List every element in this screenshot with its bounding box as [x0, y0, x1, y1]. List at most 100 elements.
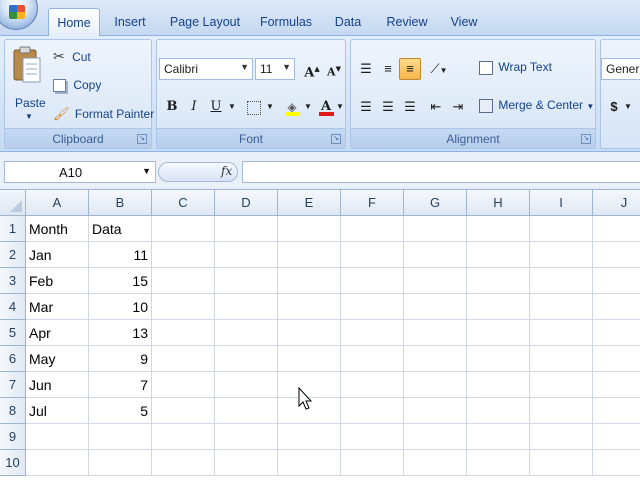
cell-c1[interactable]	[152, 216, 215, 242]
cell-f7[interactable]	[341, 372, 404, 398]
cell-f3[interactable]	[341, 268, 404, 294]
cell-j1[interactable]	[593, 216, 640, 242]
cell-i10[interactable]	[530, 450, 593, 476]
cell-f1[interactable]	[341, 216, 404, 242]
align-right-button[interactable]: ☰	[399, 96, 421, 118]
office-button[interactable]	[0, 0, 38, 30]
cell-d5[interactable]	[215, 320, 278, 346]
cell-i2[interactable]	[530, 242, 593, 268]
cell-d6[interactable]	[215, 346, 278, 372]
cell-g6[interactable]	[404, 346, 467, 372]
cell-i6[interactable]	[530, 346, 593, 372]
fill-color-dropdown-icon[interactable]: ▼	[303, 96, 313, 118]
cell-b3[interactable]: 15	[89, 268, 152, 294]
grow-font-button[interactable]: A▲	[301, 58, 323, 80]
cut-button[interactable]: ✂ Cut	[53, 48, 91, 65]
cell-h8[interactable]	[467, 398, 530, 424]
name-box-dropdown-icon[interactable]: ▼	[142, 166, 151, 176]
font-color-button[interactable]: A	[315, 96, 337, 118]
row-header[interactable]: 1	[0, 216, 26, 242]
cell-h4[interactable]	[467, 294, 530, 320]
cell-b5[interactable]: 13	[89, 320, 152, 346]
number-format-select[interactable]: General	[601, 58, 640, 80]
currency-button[interactable]: $	[603, 96, 625, 118]
cell-b2[interactable]: 11	[89, 242, 152, 268]
cell-e6[interactable]	[278, 346, 341, 372]
row-header[interactable]: 10	[0, 450, 26, 476]
cell-g9[interactable]	[404, 424, 467, 450]
row-header[interactable]: 2	[0, 242, 26, 268]
row-header[interactable]: 7	[0, 372, 26, 398]
cell-i4[interactable]	[530, 294, 593, 320]
row-header[interactable]: 3	[0, 268, 26, 294]
cell-g1[interactable]	[404, 216, 467, 242]
decrease-indent-button[interactable]: ⇤	[425, 96, 447, 118]
cell-a5[interactable]: Apr	[26, 320, 89, 346]
row-header[interactable]: 5	[0, 320, 26, 346]
cell-c4[interactable]	[152, 294, 215, 320]
cell-h10[interactable]	[467, 450, 530, 476]
increase-indent-button[interactable]: ⇥	[447, 96, 469, 118]
alignment-dialog-launcher-icon[interactable]: ↘	[581, 134, 591, 144]
tab-home[interactable]: Home	[48, 8, 100, 37]
cell-c7[interactable]	[152, 372, 215, 398]
row-header[interactable]: 9	[0, 424, 26, 450]
clipboard-dialog-launcher-icon[interactable]: ↘	[137, 134, 147, 144]
name-box[interactable]: A10 ▼	[4, 161, 156, 183]
cell-e2[interactable]	[278, 242, 341, 268]
cell-a2[interactable]: Jan	[26, 242, 89, 268]
cell-a7[interactable]: Jun	[26, 372, 89, 398]
cell-e9[interactable]	[278, 424, 341, 450]
tab-data[interactable]: Data	[330, 8, 366, 36]
cell-f2[interactable]	[341, 242, 404, 268]
underline-button[interactable]: U	[205, 96, 227, 118]
cell-a3[interactable]: Feb	[26, 268, 89, 294]
cell-i3[interactable]	[530, 268, 593, 294]
tab-page-layout[interactable]: Page Layout	[166, 8, 244, 36]
font-color-dropdown-icon[interactable]: ▼	[335, 96, 345, 118]
cell-b7[interactable]: 7	[89, 372, 152, 398]
cell-e1[interactable]	[278, 216, 341, 242]
cell-g3[interactable]	[404, 268, 467, 294]
bottom-align-button[interactable]: ≡	[399, 58, 421, 80]
underline-dropdown-icon[interactable]: ▼	[227, 96, 237, 118]
cell-b8[interactable]: 5	[89, 398, 152, 424]
shrink-font-button[interactable]: A▼	[323, 58, 345, 80]
cell-j5[interactable]	[593, 320, 640, 346]
fill-color-button[interactable]: ◈	[281, 96, 303, 118]
cell-h3[interactable]	[467, 268, 530, 294]
tab-view[interactable]: View	[446, 8, 482, 36]
cell-i8[interactable]	[530, 398, 593, 424]
cell-j4[interactable]	[593, 294, 640, 320]
merge-center-dropdown-icon[interactable]: ▼	[586, 102, 594, 111]
bold-button[interactable]: B	[161, 96, 183, 118]
cell-a6[interactable]: May	[26, 346, 89, 372]
cell-j6[interactable]	[593, 346, 640, 372]
cell-c2[interactable]	[152, 242, 215, 268]
cell-j8[interactable]	[593, 398, 640, 424]
column-header-a[interactable]: A	[26, 190, 89, 216]
cell-b1[interactable]: Data	[89, 216, 152, 242]
cell-j9[interactable]	[593, 424, 640, 450]
cell-h5[interactable]	[467, 320, 530, 346]
cell-a9[interactable]	[26, 424, 89, 450]
cell-g10[interactable]	[404, 450, 467, 476]
align-left-button[interactable]: ☰	[355, 96, 377, 118]
cell-h2[interactable]	[467, 242, 530, 268]
font-size-select[interactable]: 11 ▼	[255, 58, 295, 80]
column-header-b[interactable]: B	[89, 190, 152, 216]
orientation-button[interactable]: ⟋▼	[425, 58, 453, 80]
cell-d10[interactable]	[215, 450, 278, 476]
cell-f9[interactable]	[341, 424, 404, 450]
cell-c6[interactable]	[152, 346, 215, 372]
row-header[interactable]: 6	[0, 346, 26, 372]
cell-a8[interactable]: Jul	[26, 398, 89, 424]
format-painter-button[interactable]: 🖌 Format Painter	[53, 106, 154, 122]
cell-j10[interactable]	[593, 450, 640, 476]
column-header-g[interactable]: G	[404, 190, 467, 216]
currency-dropdown-icon[interactable]: ▼	[623, 96, 633, 118]
row-header[interactable]: 8	[0, 398, 26, 424]
tab-formulas[interactable]: Formulas	[256, 8, 316, 36]
cell-e5[interactable]	[278, 320, 341, 346]
cell-a10[interactable]	[26, 450, 89, 476]
